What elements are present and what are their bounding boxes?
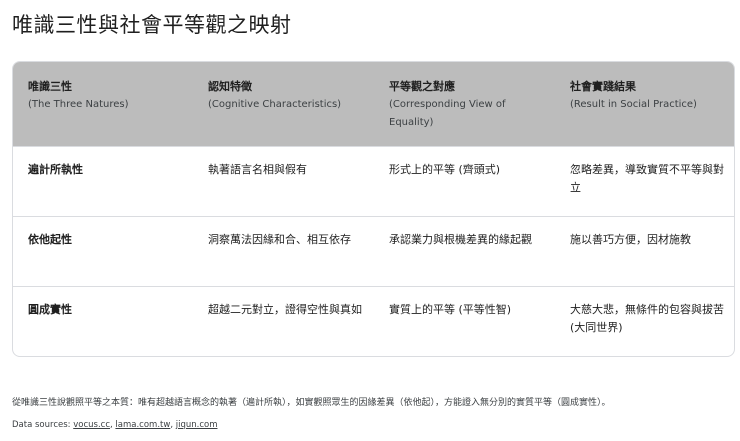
table-row: 遍計所執性 執著語言名相與假有 形式上的平等 (齊頭式) 忽略差異，導致實質不平… bbox=[13, 146, 734, 217]
table-cell: 承認業力與根機差異的緣起觀 bbox=[389, 233, 532, 246]
sources-label: Data sources: bbox=[12, 420, 71, 430]
source-link-lama[interactable]: lama.com.tw bbox=[115, 420, 170, 430]
table-cell: 超越二元對立，證得空性與真如 bbox=[208, 303, 362, 316]
table-cell: 依他起性 bbox=[28, 233, 72, 246]
table-header: 唯識三性 (The Three Natures) 認知特徵 (Cognitive… bbox=[13, 62, 734, 146]
table-cell: 執著語言名相與假有 bbox=[208, 163, 307, 176]
header-en: (Result in Social Practice) bbox=[570, 99, 697, 110]
table-cell: 忽略差異，導致實質不平等與對立 bbox=[570, 163, 724, 194]
header-zh: 平等觀之對應 bbox=[389, 80, 455, 93]
header-zh: 社會實踐結果 bbox=[570, 80, 636, 93]
mapping-table: 唯識三性 (The Three Natures) 認知特徵 (Cognitive… bbox=[12, 61, 735, 357]
source-link-vocus[interactable]: vocus.cc bbox=[73, 420, 110, 430]
table-row: 圓成實性 超越二元對立，證得空性與真如 實質上的平等 (平等性智) 大慈大悲，無… bbox=[13, 286, 734, 356]
table-cell: 形式上的平等 (齊頭式) bbox=[389, 163, 501, 176]
page-title: 唯識三性與社會平等觀之映射 bbox=[12, 13, 292, 37]
table-cell: 大慈大悲，無條件的包容與拔苦 (大同世界) bbox=[570, 303, 724, 334]
table-cell: 圓成實性 bbox=[28, 303, 72, 316]
header-en: (The Three Natures) bbox=[28, 99, 129, 110]
header-zh: 認知特徵 bbox=[208, 80, 252, 93]
table-cell: 施以善巧方便，因材施教 bbox=[570, 233, 691, 246]
data-sources: Data sources: vocus.cc, lama.com.tw, jiq… bbox=[12, 420, 218, 430]
table-cell: 洞察萬法因緣和合、相互依存 bbox=[208, 233, 351, 246]
table-cell: 遍計所執性 bbox=[28, 163, 83, 176]
source-link-jiqun[interactable]: jiqun.com bbox=[176, 420, 218, 430]
footnote: 從唯識三性說觀照平等之本質：唯有超越語言概念的執著（遍計所執），如實觀照眾生的因… bbox=[12, 398, 611, 408]
header-cell-natures: 唯識三性 (The Three Natures) bbox=[28, 78, 188, 114]
header-cell-practice: 社會實踐結果 (Result in Social Practice) bbox=[570, 78, 725, 114]
header-cell-equality: 平等觀之對應 (Corresponding View of Equality) bbox=[389, 78, 549, 132]
header-cell-cognitive: 認知特徵 (Cognitive Characteristics) bbox=[208, 78, 373, 114]
table-row: 依他起性 洞察萬法因緣和合、相互依存 承認業力與根機差異的緣起觀 施以善巧方便，… bbox=[13, 216, 734, 287]
table-cell: 實質上的平等 (平等性智) bbox=[389, 303, 512, 316]
header-zh: 唯識三性 bbox=[28, 80, 72, 93]
header-en: (Cognitive Characteristics) bbox=[208, 99, 342, 110]
header-en: (Corresponding View of Equality) bbox=[389, 99, 506, 128]
